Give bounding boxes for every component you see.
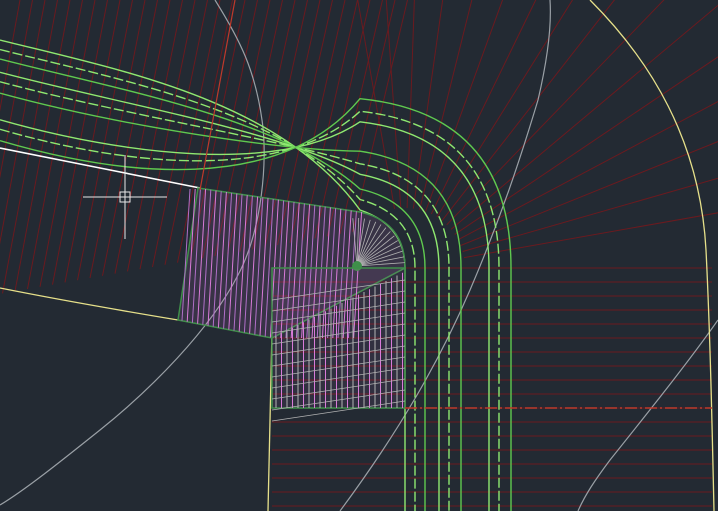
station-line — [327, 0, 383, 237]
cad-model-viewport[interactable] — [0, 0, 718, 511]
station-line — [352, 0, 408, 232]
ramp-hatch — [271, 267, 406, 422]
station-line-radial — [464, 212, 718, 259]
edge-line-yellow — [589, 0, 715, 511]
station-line — [127, 0, 183, 272]
station-line-radial — [454, 56, 718, 235]
station-line — [139, 0, 196, 270]
edge-line-white — [0, 147, 201, 189]
station-line-radial — [436, 0, 574, 218]
station-line — [114, 0, 171, 274]
edge-line-yellow — [0, 287, 179, 321]
drawing-canvas[interactable] — [0, 0, 718, 511]
station-line — [89, 0, 146, 279]
station-line-radial — [425, 0, 504, 212]
station-line-radial — [385, 0, 402, 209]
station-line-radial — [462, 177, 718, 252]
station-line-radial — [441, 0, 616, 222]
station-line — [27, 0, 83, 290]
station-line — [314, 0, 371, 239]
centerline-segment — [199, 0, 236, 191]
station-line-radial — [446, 0, 665, 226]
station-line — [14, 0, 71, 292]
station-line — [102, 0, 158, 276]
station-line-radial — [457, 101, 718, 241]
station-line-radial — [430, 0, 537, 215]
contour-line — [577, 319, 718, 511]
station-line — [2, 0, 58, 294]
station-line — [39, 0, 96, 287]
